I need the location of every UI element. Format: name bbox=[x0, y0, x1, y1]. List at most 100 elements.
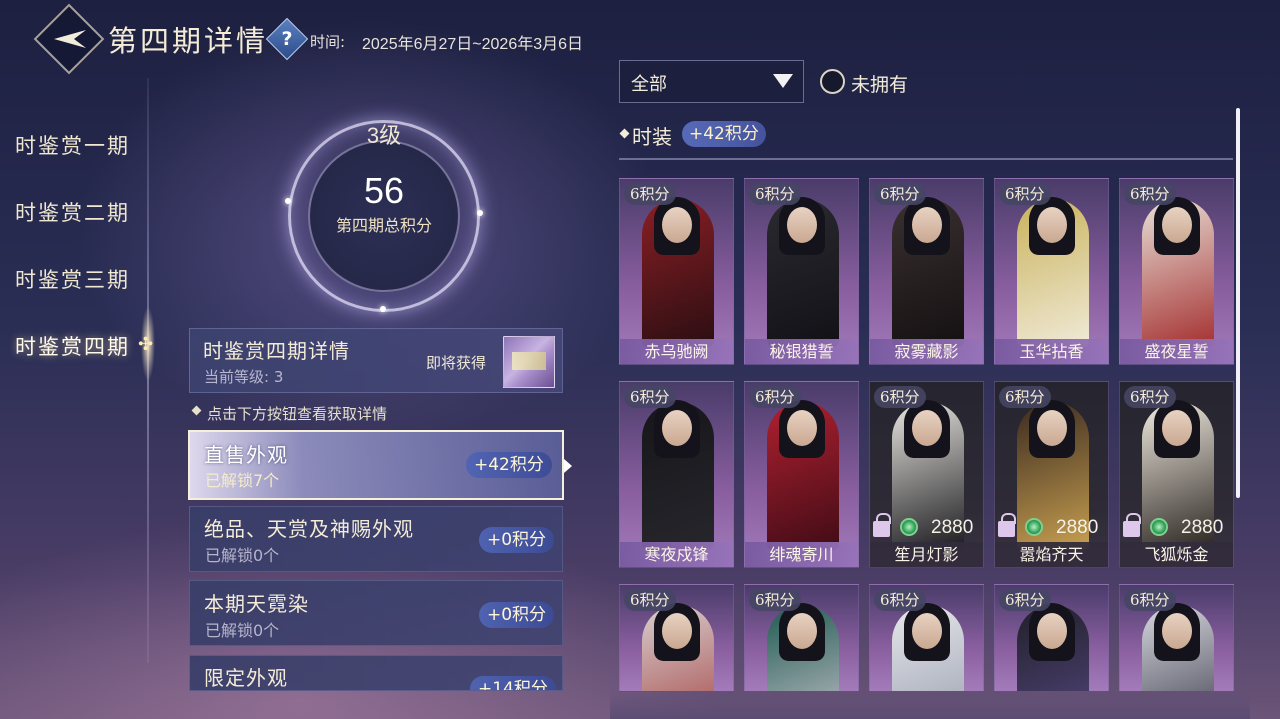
outfit-face bbox=[662, 207, 692, 243]
ring-sparkle bbox=[380, 306, 386, 312]
outfit-points-badge: 6积分 bbox=[749, 589, 801, 611]
outfit-face bbox=[787, 207, 817, 243]
selected-arrow-icon bbox=[564, 459, 572, 473]
section-title: 时装 bbox=[632, 125, 672, 149]
detail-title: 时鉴赏四期详情 bbox=[203, 339, 350, 363]
outfit-name: 绯魂寄川 bbox=[745, 542, 858, 567]
outfit-points-badge: 6积分 bbox=[749, 386, 801, 408]
outfit-face bbox=[1162, 207, 1192, 243]
diamond-icon bbox=[191, 405, 202, 416]
outfit-points-badge: 6积分 bbox=[1124, 589, 1176, 611]
outfit-card[interactable]: 6积分盛夜星誓 bbox=[1119, 178, 1234, 365]
outfit-card[interactable]: 6积分 2880 嚣焰齐天 bbox=[994, 381, 1109, 568]
category-title: 本期天霓染 bbox=[204, 592, 309, 616]
bottom-fade bbox=[610, 690, 1250, 719]
detail-level: 当前等级: 3 bbox=[204, 368, 284, 386]
ring-sparkle bbox=[477, 210, 483, 216]
score-caption: 第四期总积分 bbox=[335, 216, 432, 235]
period-label: 时间: bbox=[310, 33, 346, 51]
outfit-name: 赤乌驰阙 bbox=[620, 339, 733, 364]
back-arrow-icon bbox=[54, 30, 86, 48]
outfit-name: 盛夜星誓 bbox=[1120, 339, 1233, 364]
scrollbar[interactable] bbox=[1236, 108, 1240, 498]
outfit-points-badge: 6积分 bbox=[999, 589, 1051, 611]
outfit-points-badge: 6积分 bbox=[624, 589, 676, 611]
outfit-points-badge: 6积分 bbox=[624, 386, 676, 408]
category-points-badge: +0积分 bbox=[479, 527, 555, 553]
ring-sparkle bbox=[285, 198, 291, 204]
swirl-icon: ✣ bbox=[138, 334, 154, 355]
category-title: 直售外观 bbox=[204, 443, 288, 467]
outfit-points-badge: 6积分 bbox=[874, 386, 926, 408]
outfit-card[interactable]: 6积分 2880 飞狐烁金 bbox=[1119, 381, 1234, 568]
nav-item-period-3[interactable]: 时鉴赏三期 bbox=[15, 264, 130, 294]
question-icon[interactable]: ? bbox=[272, 24, 302, 54]
outfit-price: 2880 bbox=[1181, 517, 1224, 538]
outfit-card[interactable]: 6积分玉华拈香 bbox=[994, 178, 1109, 365]
category-sub: 已解锁0个 bbox=[205, 621, 280, 640]
filter-selected: 全部 bbox=[631, 74, 667, 95]
outfit-points-badge: 6积分 bbox=[749, 183, 801, 205]
jade-currency-icon bbox=[900, 518, 918, 536]
unowned-label[interactable]: 未拥有 bbox=[851, 70, 908, 97]
outfit-points-badge: 6积分 bbox=[874, 589, 926, 611]
outfit-card[interactable]: 6积分 bbox=[869, 584, 984, 692]
outfit-card[interactable]: 6积分 bbox=[1119, 584, 1234, 692]
outfit-face bbox=[1162, 410, 1192, 446]
outfit-card[interactable]: 6积分 2880 笙月灯影 bbox=[869, 381, 984, 568]
unowned-toggle[interactable] bbox=[820, 69, 845, 94]
outfit-points-badge: 6积分 bbox=[1124, 183, 1176, 205]
outfit-face bbox=[912, 613, 942, 649]
category-title: 限定外观 bbox=[204, 666, 288, 690]
score-level: 3级 bbox=[366, 123, 402, 148]
score-total: 56 bbox=[363, 170, 405, 211]
outfit-points-badge: 6积分 bbox=[624, 183, 676, 205]
category-points-badge: +0积分 bbox=[479, 602, 555, 628]
nav-item-period-2[interactable]: 时鉴赏二期 bbox=[15, 197, 130, 227]
outfit-points-badge: 6积分 bbox=[874, 183, 926, 205]
category-sub: 已解锁0个 bbox=[205, 546, 280, 565]
outfit-card[interactable]: 6积分 bbox=[994, 584, 1109, 692]
nav-item-period-1[interactable]: 时鉴赏一期 bbox=[15, 130, 130, 160]
outfit-name: 嚣焰齐天 bbox=[995, 542, 1108, 567]
outfit-card[interactable]: 6积分 秘银猎誓 bbox=[744, 178, 859, 365]
section-divider bbox=[619, 158, 1233, 160]
outfit-card[interactable]: 6积分 bbox=[744, 584, 859, 692]
reward-thumbnail-art bbox=[512, 352, 546, 370]
outfit-face bbox=[1037, 613, 1067, 649]
category-points-badge: +42积分 bbox=[466, 452, 552, 478]
outfit-name: 笙月灯影 bbox=[870, 542, 983, 567]
period-value: 2025年6月27日~2026年3月6日 bbox=[362, 36, 584, 53]
outfit-card[interactable]: 6积分寒夜戍锋 bbox=[619, 381, 734, 568]
lock-icon bbox=[1123, 513, 1141, 537]
outfit-card[interactable]: 6积分寂雾藏影 bbox=[869, 178, 984, 365]
outfit-card[interactable]: 6积分绯魂寄川 bbox=[744, 381, 859, 568]
outfit-face bbox=[787, 613, 817, 649]
outfit-face bbox=[912, 410, 942, 446]
category-title: 绝品、天赏及神赐外观 bbox=[204, 517, 414, 541]
section-points-badge: +42积分 bbox=[682, 121, 766, 147]
hint-text: 点击下方按钮查看获取详情 bbox=[207, 405, 388, 423]
outfit-face bbox=[1037, 207, 1067, 243]
lock-icon bbox=[998, 513, 1016, 537]
outfit-name: 玉华拈香 bbox=[995, 339, 1108, 364]
outfit-points-badge: 6积分 bbox=[999, 386, 1051, 408]
diamond-icon bbox=[619, 128, 630, 139]
outfit-face bbox=[662, 613, 692, 649]
outfit-face bbox=[912, 207, 942, 243]
jade-currency-icon bbox=[1150, 518, 1168, 536]
category-points-badge: +14积分 bbox=[470, 676, 556, 690]
lock-icon bbox=[873, 513, 891, 537]
outfit-name: 寒夜戍锋 bbox=[620, 542, 733, 567]
outfit-name: 飞狐烁金 bbox=[1120, 542, 1233, 567]
outfit-card[interactable]: 6积分赤乌驰阙 bbox=[619, 178, 734, 365]
outfit-points-badge: 6积分 bbox=[999, 183, 1051, 205]
outfit-card[interactable]: 6积分 bbox=[619, 584, 734, 692]
outfit-name: 寂雾藏影 bbox=[870, 339, 983, 364]
jade-currency-icon bbox=[1025, 518, 1043, 536]
outfit-face bbox=[662, 410, 692, 446]
nav-item-period-4[interactable]: 时鉴赏四期 bbox=[15, 331, 130, 361]
outfit-face bbox=[1037, 410, 1067, 446]
outfit-face bbox=[787, 410, 817, 446]
outfit-points-badge: 6积分 bbox=[1124, 386, 1176, 408]
